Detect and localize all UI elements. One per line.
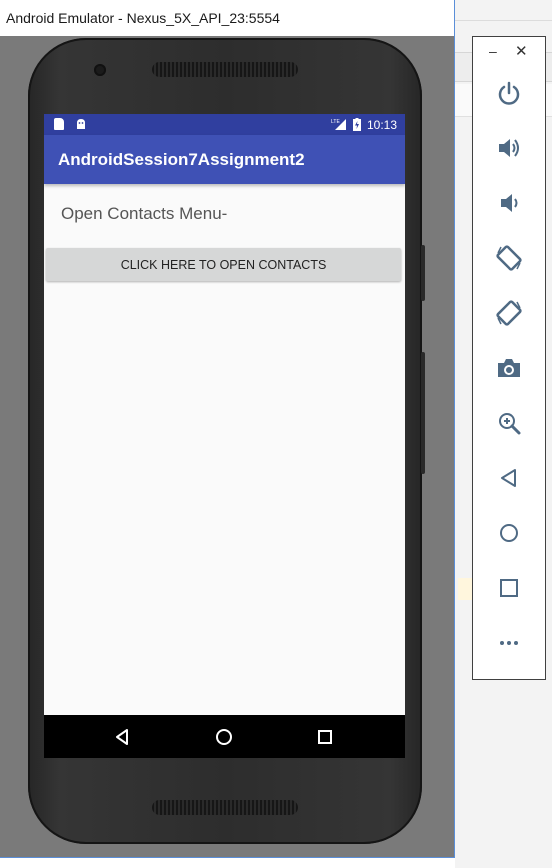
rotate-left-icon	[496, 245, 522, 271]
more-icon	[500, 641, 518, 645]
phone-power-key	[421, 245, 425, 301]
front-camera	[94, 64, 106, 76]
rotate-left-button[interactable]	[485, 238, 533, 278]
navigation-bar	[44, 715, 405, 758]
android-debug-icon	[77, 119, 85, 129]
panel-back-button[interactable]	[485, 458, 533, 498]
more-button[interactable]	[485, 623, 533, 663]
camera-icon	[498, 359, 520, 377]
recents-icon	[318, 729, 332, 744]
nav-recents-button[interactable]	[295, 715, 355, 758]
rotate-right-button[interactable]	[485, 293, 533, 333]
volume-up-button[interactable]	[485, 128, 533, 168]
sd-card-icon	[54, 118, 64, 130]
volume-up-icon	[499, 139, 519, 157]
nav-back-button[interactable]	[92, 715, 152, 758]
back-icon	[501, 469, 516, 487]
bottom-speaker	[152, 800, 298, 815]
battery-charging-icon	[352, 118, 361, 131]
top-speaker	[152, 62, 298, 77]
volume-down-icon	[501, 194, 518, 212]
home-icon	[216, 728, 232, 745]
back-icon	[116, 728, 128, 745]
nav-home-button[interactable]	[194, 715, 254, 758]
open-contacts-button[interactable]: CLICK HERE TO OPEN CONTACTS	[46, 248, 401, 281]
screenshot-button[interactable]	[485, 348, 533, 388]
emulator-control-panel: – ✕	[472, 36, 546, 680]
overview-icon	[500, 579, 518, 597]
emulator-window: Android Emulator - Nexus_5X_API_23:5554 …	[0, 0, 455, 858]
network-type-label: LTE	[331, 119, 340, 125]
lte-signal-icon: LTE	[331, 119, 346, 130]
zoom-button[interactable]	[485, 403, 533, 443]
panel-home-button[interactable]	[485, 513, 533, 553]
panel-overview-button[interactable]	[485, 568, 533, 608]
volume-down-button[interactable]	[485, 183, 533, 223]
power-button[interactable]	[485, 73, 533, 113]
power-icon	[498, 81, 520, 105]
app-bar: AndroidSession7Assignment2	[44, 135, 405, 184]
zoom-icon	[499, 413, 521, 435]
window-title: Android Emulator - Nexus_5X_API_23:5554	[0, 0, 454, 36]
status-bar: LTE 10:13	[44, 114, 405, 135]
phone-volume-key	[421, 352, 425, 474]
app-title: AndroidSession7Assignment2	[58, 150, 305, 169]
status-time: 10:13	[366, 117, 397, 132]
open-contacts-label: Open Contacts Menu-	[61, 204, 228, 223]
rotate-right-icon	[496, 300, 522, 326]
home-icon	[500, 524, 518, 542]
close-button[interactable]: ✕	[515, 42, 528, 60]
background-divider	[455, 20, 552, 21]
minimize-button[interactable]: –	[489, 43, 497, 59]
panel-window-controls: – ✕	[473, 37, 545, 67]
phone-screen: LTE 10:13 AndroidSession7Assignment2 Ope…	[44, 114, 405, 758]
